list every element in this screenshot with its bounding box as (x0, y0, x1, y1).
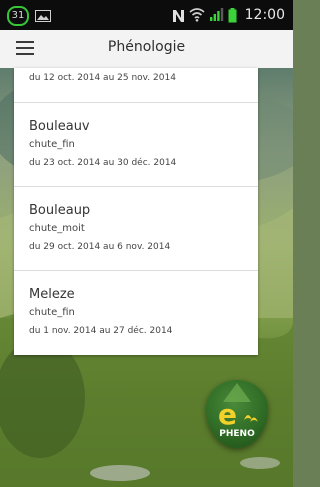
item-dates: du 29 oct. 2014 au 6 nov. 2014 (29, 242, 171, 252)
item-species: Meleze (29, 287, 75, 302)
item-dates: du 12 oct. 2014 au 25 nov. 2014 (29, 73, 176, 83)
app-title: Phénologie (107, 39, 186, 55)
app-bar: Phénologie (0, 30, 293, 69)
status-bar: 31 12:00 (0, 0, 293, 30)
image-notification-icon (35, 10, 51, 22)
list-item[interactable]: Bouleaup chute_moit du 29 oct. 2014 au 6… (14, 187, 258, 271)
status-right: 12:00 (172, 7, 285, 23)
list-item[interactable]: Meleze chute_fin du 1 nov. 2014 au 27 dé… (14, 271, 258, 355)
epheno-logo-button[interactable]: e PHENO (206, 380, 268, 448)
wifi-icon (189, 8, 205, 22)
item-species: Bouleauv (29, 119, 90, 134)
signal-icon (209, 8, 223, 21)
battery-icon (228, 7, 237, 22)
status-left: 31 (7, 6, 51, 26)
item-stage: chute_fin (29, 139, 75, 150)
item-stage: chute_moit (29, 223, 85, 234)
logo-text: PHENO (219, 429, 255, 439)
item-dates: du 23 oct. 2014 au 30 déc. 2014 (29, 158, 177, 168)
item-species: Bouleaup (29, 203, 91, 218)
item-dates: du 1 nov. 2014 au 27 déc. 2014 (29, 326, 173, 336)
item-stage: chute_fin (29, 307, 75, 318)
nfc-icon (172, 9, 184, 22)
svg-text:e: e (218, 398, 237, 431)
notification-badge: 31 (7, 6, 29, 26)
status-time: 12:00 (244, 7, 285, 23)
list-item[interactable]: Bouleauv chute_fin du 23 oct. 2014 au 30… (14, 103, 258, 187)
list-item[interactable]: du 12 oct. 2014 au 25 nov. 2014 (14, 68, 258, 103)
observation-list: du 12 oct. 2014 au 25 nov. 2014 Bouleauv… (14, 68, 258, 355)
epheno-logo: e PHENO (218, 383, 258, 439)
